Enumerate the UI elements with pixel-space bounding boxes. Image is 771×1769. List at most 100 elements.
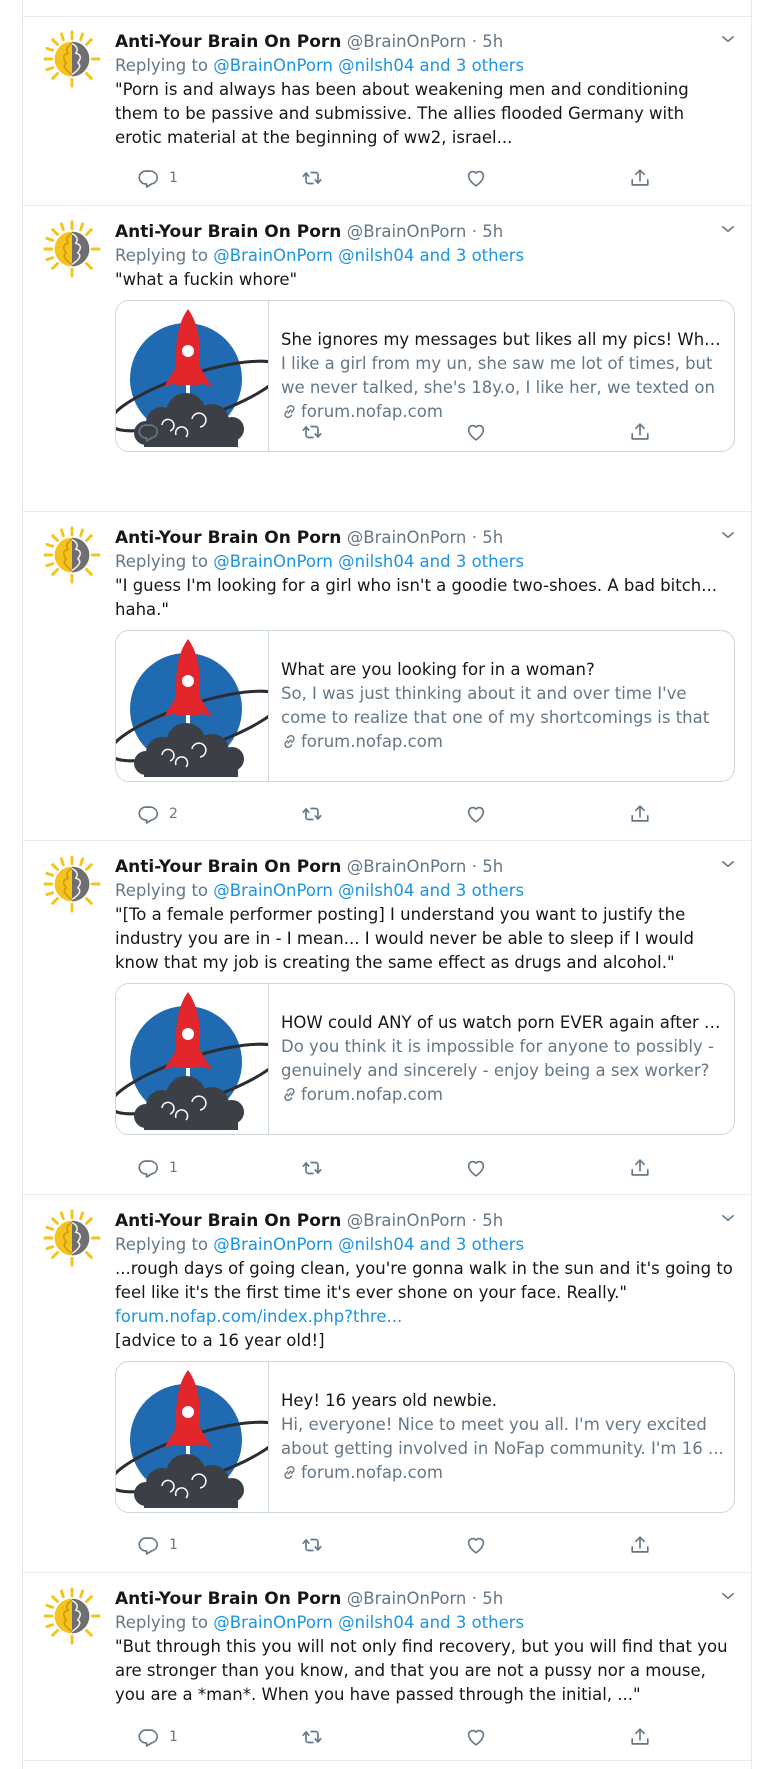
reply-button[interactable]: 1 <box>137 1156 178 1180</box>
tweet-content: Anti-Your Brain On Porn @BrainOnPorn · 5… <box>115 220 735 452</box>
link-icon <box>281 403 298 420</box>
display-name[interactable]: Anti-Your Brain On Porn <box>115 1589 341 1609</box>
tweet[interactable]: Anti-Your Brain On Porn @BrainOnPorn · 5… <box>23 1573 751 1761</box>
replying-prefix: Replying to <box>115 1235 214 1254</box>
user-handle[interactable]: @BrainOnPorn <box>347 1211 467 1230</box>
replying-to-links[interactable]: @BrainOnPorn @nilsh04 and 3 others <box>213 881 524 900</box>
card-title: Hey! 16 years old newbie. <box>281 1391 498 1410</box>
like-button[interactable] <box>465 1725 487 1749</box>
tweet-text: "[To a female performer posting] I under… <box>115 905 695 972</box>
share-button[interactable] <box>629 1725 651 1749</box>
chevron-down-icon[interactable] <box>719 220 737 238</box>
like-button[interactable] <box>465 1533 487 1557</box>
timestamp[interactable]: · 5h <box>472 32 503 51</box>
avatar[interactable] <box>43 220 101 278</box>
reply-button[interactable]: 1 <box>137 1533 178 1557</box>
chevron-down-icon[interactable] <box>719 526 737 544</box>
tweet-content: Anti-Your Brain On Porn @BrainOnPorn · 5… <box>115 30 735 150</box>
tweet-header: Anti-Your Brain On Porn @BrainOnPorn · 5… <box>115 855 735 879</box>
timestamp[interactable]: · 5h <box>472 1589 503 1608</box>
chevron-down-icon[interactable] <box>719 855 737 873</box>
link-preview-card[interactable]: What are you looking for in a woman? So,… <box>115 630 735 782</box>
card-domain-text: forum.nofap.com <box>301 1463 443 1482</box>
avatar[interactable] <box>43 526 101 584</box>
replying-to-links[interactable]: @BrainOnPorn @nilsh04 and 3 others <box>213 1235 524 1254</box>
reply-icon <box>137 1157 159 1179</box>
reply-button[interactable] <box>137 420 169 444</box>
retweet-button[interactable] <box>301 1156 323 1180</box>
reply-count: 1 <box>169 1160 178 1176</box>
chevron-down-icon[interactable] <box>719 30 737 48</box>
share-icon[interactable] <box>639 0 657 4</box>
tweet[interactable]: Anti-Your Brain On Porn @BrainOnPorn · 5… <box>23 16 751 206</box>
display-name[interactable]: Anti-Your Brain On Porn <box>115 222 341 242</box>
like-button[interactable] <box>465 166 487 190</box>
chevron-down-icon[interactable] <box>719 1209 737 1227</box>
display-name[interactable]: Anti-Your Brain On Porn <box>115 857 341 877</box>
tweet-text-link[interactable]: forum.nofap.com/index.php?thre... <box>115 1305 735 1329</box>
user-handle[interactable]: @BrainOnPorn <box>347 857 467 876</box>
share-button[interactable] <box>629 802 651 826</box>
nofap-rocket-logo <box>116 984 269 1134</box>
retweet-button[interactable] <box>301 166 323 190</box>
reply-button[interactable]: 1 <box>137 1725 178 1749</box>
share-button[interactable] <box>629 420 651 444</box>
display-name[interactable]: Anti-Your Brain On Porn <box>115 1211 341 1231</box>
replying-to-links[interactable]: @BrainOnPorn @nilsh04 and 3 others <box>213 1613 524 1632</box>
like-icon <box>465 1534 487 1556</box>
nofap-rocket-logo <box>116 1362 269 1512</box>
replying-to-links[interactable]: @BrainOnPorn @nilsh04 and 3 others <box>213 246 524 265</box>
avatar[interactable] <box>43 30 101 88</box>
replying-to: Replying to @BrainOnPorn @nilsh04 and 3 … <box>115 54 735 78</box>
tweet-header: Anti-Your Brain On Porn @BrainOnPorn · 5… <box>115 220 735 244</box>
retweet-button[interactable] <box>301 1725 323 1749</box>
timestamp[interactable]: · 5h <box>472 1211 503 1230</box>
link-icon <box>281 733 298 750</box>
like-icon[interactable] <box>469 0 487 4</box>
avatar[interactable] <box>43 1587 101 1645</box>
avatar[interactable] <box>43 855 101 913</box>
tweet[interactable]: Anti-Your Brain On Porn @BrainOnPorn · 5… <box>23 512 751 841</box>
tweet[interactable]: Anti-Your Brain On Porn @BrainOnPorn · 5… <box>23 206 751 512</box>
replying-prefix: Replying to <box>115 881 214 900</box>
like-button[interactable] <box>465 802 487 826</box>
reply-icon <box>137 1726 159 1748</box>
replying-to-links[interactable]: @BrainOnPorn @nilsh04 and 3 others <box>213 56 524 75</box>
replying-to: Replying to @BrainOnPorn @nilsh04 and 3 … <box>115 1611 735 1635</box>
share-button[interactable] <box>629 1533 651 1557</box>
card-title: She ignores my messages but likes all my… <box>281 330 724 349</box>
user-handle[interactable]: @BrainOnPorn <box>347 1589 467 1608</box>
retweet-icon <box>301 803 323 825</box>
previous-tweet-actions <box>23 0 751 17</box>
retweet-button[interactable] <box>301 420 323 444</box>
timestamp[interactable]: · 5h <box>472 857 503 876</box>
card-domain: forum.nofap.com <box>281 1461 724 1485</box>
avatar[interactable] <box>43 1209 101 1267</box>
reply-button[interactable]: 2 <box>137 802 178 826</box>
tweet[interactable]: Anti-Your Brain On Porn @BrainOnPorn · 5… <box>23 1195 751 1573</box>
like-button[interactable] <box>465 1156 487 1180</box>
link-preview-card[interactable]: HOW could ANY of us watch porn EVER agai… <box>115 983 735 1135</box>
retweet-button[interactable] <box>301 1533 323 1557</box>
like-icon <box>465 803 487 825</box>
timestamp[interactable]: · 5h <box>472 528 503 547</box>
retweet-button[interactable] <box>301 802 323 826</box>
reply-button[interactable]: 1 <box>137 166 178 190</box>
link-preview-card[interactable]: Hey! 16 years old newbie. Hi, everyone! … <box>115 1361 735 1513</box>
share-button[interactable] <box>629 1156 651 1180</box>
tweet-text: "Porn is and always has been about weake… <box>115 80 689 147</box>
user-handle[interactable]: @BrainOnPorn <box>347 222 467 241</box>
display-name[interactable]: Anti-Your Brain On Porn <box>115 32 341 52</box>
user-handle[interactable]: @BrainOnPorn <box>347 32 467 51</box>
tweet[interactable]: Anti-Your Brain On Porn @BrainOnPorn · 5… <box>23 841 751 1195</box>
timestamp[interactable]: · 5h <box>472 222 503 241</box>
display-name[interactable]: Anti-Your Brain On Porn <box>115 528 341 548</box>
like-icon <box>465 1157 487 1179</box>
like-icon <box>465 421 487 443</box>
like-button[interactable] <box>465 420 487 444</box>
chevron-down-icon[interactable] <box>719 1587 737 1605</box>
share-button[interactable] <box>629 166 651 190</box>
card-description: Hi, everyone! Nice to meet you all. I'm … <box>281 1415 724 1458</box>
replying-to-links[interactable]: @BrainOnPorn @nilsh04 and 3 others <box>213 552 524 571</box>
user-handle[interactable]: @BrainOnPorn <box>347 528 467 547</box>
